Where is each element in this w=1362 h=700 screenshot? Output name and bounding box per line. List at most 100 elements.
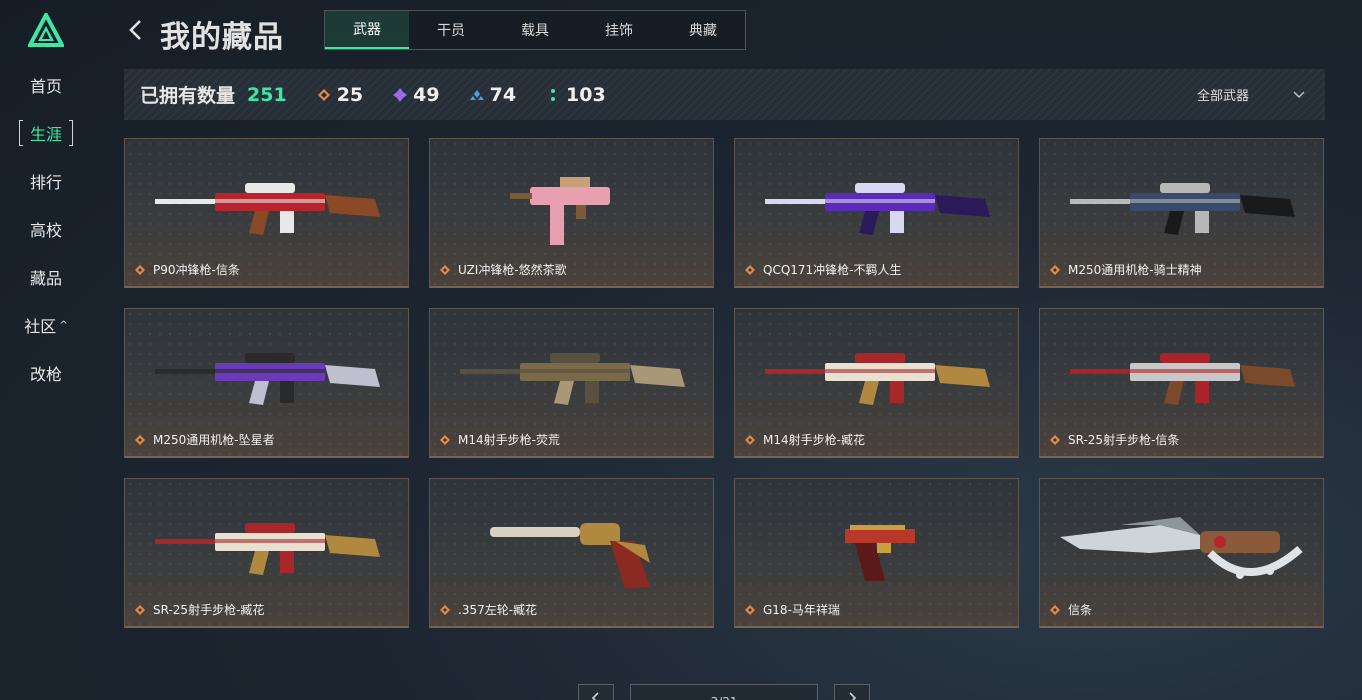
sidebar-item-label: 首页: [29, 77, 62, 96]
orange-diamond-icon: [1050, 264, 1060, 275]
card-title: M250通用机枪-坠星者: [135, 431, 275, 448]
sidebar-item-2[interactable]: 排行: [0, 166, 92, 196]
sidebar-item-label: 改枪: [29, 365, 62, 384]
orange-diamond-icon: [440, 434, 450, 445]
card-title: M250通用机枪-骑士精神: [1050, 261, 1202, 278]
blue-cluster-icon: [469, 89, 484, 100]
sidebar-item-0[interactable]: 首页: [0, 70, 92, 100]
rarity-count-0: 25: [317, 84, 363, 106]
sidebar-item-6[interactable]: 改枪: [0, 358, 92, 388]
selection-bracket-right: [69, 120, 73, 146]
card-title: .357左轮-臧花: [440, 601, 537, 618]
weapon-name: 信条: [1068, 603, 1093, 617]
triangle-logo-icon[interactable]: [28, 13, 64, 47]
sidebar-item-3[interactable]: 高校: [0, 214, 92, 244]
weapon-name: M14射手步枪-荧荒: [458, 433, 560, 447]
rarity-counts: 25 49 74 103: [287, 84, 606, 106]
weapon-image: [155, 183, 380, 235]
weapon-image: [1070, 183, 1295, 235]
sidebar-item-5[interactable]: 社区 ^: [0, 310, 92, 340]
tab-4[interactable]: 典藏: [661, 11, 745, 49]
owned-label: 已拥有数量: [140, 85, 236, 107]
card-title: M14射手步枪-荧荒: [440, 431, 560, 448]
chevron-right-icon: [849, 692, 857, 700]
chevron-down-icon: [1293, 91, 1305, 98]
orange-diamond-icon: [745, 604, 755, 615]
sidebar-item-4[interactable]: 藏品: [0, 262, 92, 292]
back-arrow-icon[interactable]: [126, 15, 146, 45]
sidebar-item-1[interactable]: 生涯: [0, 118, 92, 148]
weapon-name: M14射手步枪-臧花: [763, 433, 865, 447]
weapon-name: UZI冲锋枪-悠然茶歌: [458, 263, 567, 277]
card-title: P90冲锋枪-信条: [135, 261, 240, 278]
weapon-name: M250通用机枪-骑士精神: [1068, 263, 1202, 277]
weapon-filter-dropdown[interactable]: 全部武器: [1197, 69, 1305, 120]
card-title: SR-25射手步枪-臧花: [135, 601, 264, 618]
weapon-name: SR-25射手步枪-信条: [1068, 433, 1180, 447]
orange-diamond-icon: [1050, 434, 1060, 445]
weapon-image: [1060, 517, 1303, 579]
weapon-name: SR-25射手步枪-臧花: [153, 603, 265, 617]
filter-label: 全部武器: [1196, 89, 1249, 104]
purple-cluster-icon: [393, 87, 408, 102]
weapon-image: [765, 353, 990, 405]
chevron-left-icon: [591, 692, 599, 700]
orange-diamond-icon: [440, 604, 450, 615]
card-title: G18-马年祥瑞: [745, 601, 840, 618]
owned-count: 251: [247, 83, 287, 106]
collection-card[interactable]: M14射手步枪-臧花: [734, 308, 1019, 458]
collection-card[interactable]: M14射手步枪-荧荒: [429, 308, 714, 458]
rarity-count-value: 49: [413, 83, 440, 106]
selection-bracket-left: [18, 120, 23, 146]
rarity-count-value: 103: [566, 83, 606, 106]
collection-card[interactable]: M250通用机枪-骑士精神: [1039, 138, 1324, 288]
weapon-name: G18-马年祥瑞: [763, 603, 840, 617]
orange-diamond-icon: [135, 264, 145, 275]
tab-0[interactable]: 武器: [325, 11, 409, 49]
collection-card[interactable]: QCQ171冲锋枪-不羁人生: [734, 138, 1019, 288]
orange-diamond-icon: [745, 434, 755, 445]
green-dots-icon: [551, 88, 556, 101]
card-title: QCQ171冲锋枪-不羁人生: [745, 261, 902, 278]
collection-card[interactable]: SR-25射手步枪-信条: [1039, 308, 1324, 458]
weapon-image: [845, 525, 915, 581]
collection-card[interactable]: SR-25射手步枪-臧花: [124, 478, 409, 628]
sidebar-item-label: 高校: [29, 221, 62, 240]
weapon-image: [510, 177, 610, 245]
weapon-image: [1070, 353, 1295, 405]
collection-card[interactable]: M250通用机枪-坠星者: [124, 308, 409, 458]
page-title: 我的藏品: [160, 20, 284, 55]
card-title: M14射手步枪-臧花: [745, 431, 865, 448]
collection-card[interactable]: P90冲锋枪-信条: [124, 138, 409, 288]
weapon-image: [765, 183, 990, 235]
collection-card[interactable]: UZI冲锋枪-悠然茶歌: [429, 138, 714, 288]
orange-diamond-icon: [135, 604, 145, 615]
category-tabs: 武器 干员 载具 挂饰 典藏: [324, 10, 746, 50]
collection-card[interactable]: 信条: [1039, 478, 1324, 628]
orange-diamond-icon: [1050, 604, 1060, 615]
tab-1[interactable]: 干员: [409, 11, 493, 49]
card-title: UZI冲锋枪-悠然茶歌: [440, 261, 567, 278]
prev-page-button[interactable]: [578, 684, 614, 700]
weapon-name: QCQ171冲锋枪-不羁人生: [763, 263, 902, 277]
tab-2[interactable]: 载具: [493, 11, 577, 49]
card-title: SR-25射手步枪-信条: [1050, 431, 1179, 448]
weapon-image: [155, 353, 380, 405]
orange-diamond-icon: [440, 264, 450, 275]
collection-card[interactable]: G18-马年祥瑞: [734, 478, 1019, 628]
weapon-name: M250通用机枪-坠星者: [153, 433, 275, 447]
stats-bar: 已拥有数量 251 25 49 74 103 全部武器: [124, 69, 1325, 120]
next-page-button[interactable]: [834, 684, 870, 700]
rarity-count-value: 25: [336, 83, 364, 106]
rarity-count-3: 103: [546, 84, 606, 106]
collection-card[interactable]: .357左轮-臧花: [429, 478, 714, 628]
weapon-image: [460, 353, 685, 405]
weapon-image: [155, 523, 380, 575]
sidebar: 首页生涯排行高校藏品社区 ^ 改枪: [0, 0, 92, 700]
sidebar-item-label: 藏品: [29, 269, 62, 288]
sidebar-item-label: 生涯: [29, 125, 62, 144]
tab-3[interactable]: 挂饰: [577, 11, 661, 49]
orange-diamond-icon: [745, 264, 755, 275]
card-title: 信条: [1050, 601, 1092, 618]
rarity-count-1: 49: [393, 83, 440, 106]
